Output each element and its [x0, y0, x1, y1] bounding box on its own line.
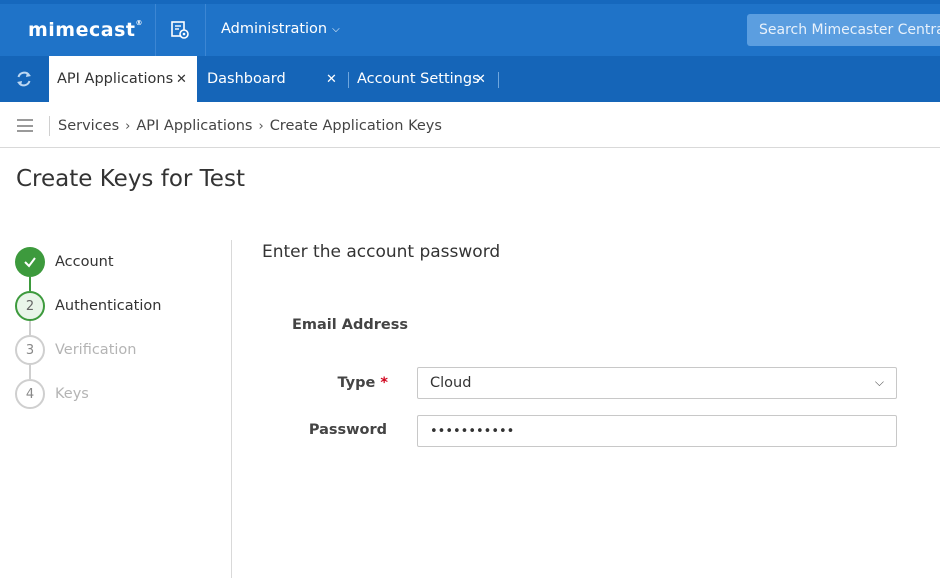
tab-label: Dashboard [207, 71, 286, 87]
password-input[interactable] [417, 415, 897, 447]
tab-account-settings[interactable]: Account Settings ✕ [349, 56, 499, 102]
breadcrumb-bar: Services › API Applications › Create App… [0, 102, 940, 148]
step-label: Account [55, 254, 114, 270]
page-title: Create Keys for Test [16, 166, 245, 192]
topbar-divider [205, 4, 206, 56]
step-authentication[interactable]: 2 Authentication [15, 291, 215, 321]
tab-label: API Applications [57, 71, 174, 87]
step-label: Keys [55, 386, 89, 402]
search-mimecaster-central-input[interactable]: Search Mimecaster Central [747, 14, 940, 46]
stepper-divider [231, 240, 232, 578]
step-connector [29, 321, 31, 335]
refresh-icon[interactable] [14, 69, 34, 89]
type-label-text: Type [337, 375, 376, 391]
chevron-down-icon: ⌵ [874, 375, 884, 389]
breadcrumb-divider [49, 116, 50, 136]
type-select[interactable]: Cloud ⌵ [417, 367, 897, 399]
search-placeholder: Search Mimecaster Central [759, 22, 940, 38]
close-icon[interactable]: ✕ [475, 72, 486, 87]
step-label: Verification [55, 342, 137, 358]
breadcrumb-api-applications[interactable]: API Applications [136, 118, 252, 134]
type-select-value: Cloud [430, 375, 472, 391]
form-heading: Enter the account password [262, 242, 501, 262]
mimecast-logo[interactable]: mimecast® [28, 19, 143, 41]
admin-settings-icon[interactable] [170, 20, 190, 40]
email-address-label: Email Address [292, 317, 409, 333]
tab-dashboard[interactable]: Dashboard ✕ [197, 56, 345, 102]
close-icon[interactable]: ✕ [176, 72, 187, 87]
type-label: Type * [300, 375, 389, 391]
hamburger-menu-icon[interactable] [17, 119, 33, 132]
close-icon[interactable]: ✕ [326, 72, 337, 87]
breadcrumb-create-application-keys: Create Application Keys [269, 118, 442, 134]
tab-label: Account Settings [357, 71, 480, 87]
step-account[interactable]: Account [15, 247, 215, 277]
step-number: 4 [15, 379, 45, 409]
step-number: 2 [15, 291, 45, 321]
tab-bar: API Applications ✕ Dashboard ✕ Account S… [0, 56, 940, 102]
step-keys: 4 Keys [15, 379, 215, 409]
top-bar: mimecast® Administration ⌵ Search Mimeca… [0, 0, 940, 56]
administration-menu-label: Administration [221, 21, 328, 37]
topbar-divider [155, 4, 156, 56]
tab-api-applications[interactable]: API Applications ✕ [49, 56, 197, 102]
step-label: Authentication [55, 298, 162, 314]
password-label: Password [308, 422, 387, 438]
chevron-down-icon: ⌵ [332, 23, 340, 35]
checkmark-icon [15, 247, 45, 277]
chevron-right-icon: › [125, 118, 131, 134]
breadcrumb-services[interactable]: Services [58, 118, 119, 134]
tab-separator [498, 72, 499, 88]
step-connector [29, 277, 31, 291]
breadcrumb: Services › API Applications › Create App… [58, 118, 442, 134]
step-number: 3 [15, 335, 45, 365]
chevron-right-icon: › [258, 118, 264, 134]
required-mark: * [380, 375, 388, 391]
logo-mark: ® [135, 19, 143, 27]
step-verification: 3 Verification [15, 335, 215, 365]
logo-text: mimecast [28, 19, 136, 41]
step-connector [29, 365, 31, 379]
administration-menu[interactable]: Administration ⌵ [221, 21, 340, 37]
